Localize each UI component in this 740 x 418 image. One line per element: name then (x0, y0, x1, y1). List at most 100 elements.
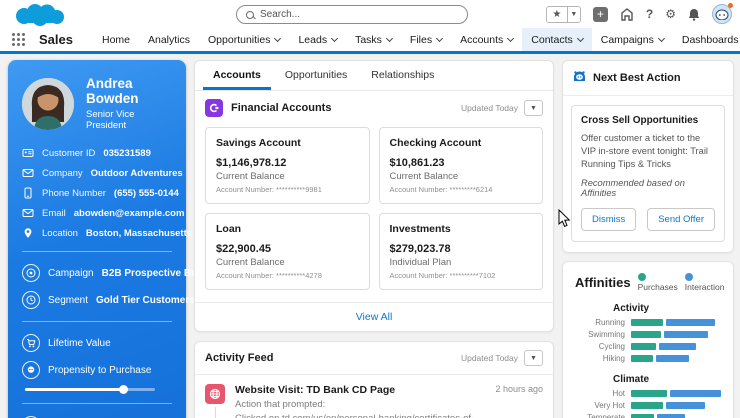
chevron-down-icon (385, 34, 393, 42)
page-content: Andrea Bowden Senior Vice President Cust… (0, 57, 740, 418)
nav-tab-accounts[interactable]: Accounts (451, 28, 522, 51)
nav-tab-analytics[interactable]: Analytics (139, 28, 199, 51)
affinity-label: Very Hot (594, 401, 625, 411)
app-launcher-icon[interactable] (12, 33, 25, 46)
account-amount: $1,146,978.12 (216, 157, 287, 169)
recommendation-note: Recommended based on Affinities (581, 178, 685, 199)
account-card-loan[interactable]: Loan $22,900.45 Current Balance Account Num… (205, 213, 370, 290)
einstein-icon (572, 69, 587, 87)
affinity-bars (631, 343, 721, 351)
account-card-savings-account[interactable]: Savings Account $1,146,978.12 Current Bala… (205, 127, 370, 204)
account-name: Checking Account (389, 137, 482, 149)
salesforce-logo (16, 4, 64, 26)
view-all-link[interactable]: View All (195, 302, 553, 331)
recommendation-title: Cross Sell Opportunities (581, 115, 699, 126)
propensity-label: Propensity to Purchase (48, 364, 152, 376)
account-amount: $10,861.23 (389, 157, 445, 169)
nav-tab-label: Accounts (460, 33, 504, 46)
legend-dot (684, 273, 693, 282)
nav-tab-tasks[interactable]: Tasks (346, 28, 401, 51)
contact-field-location: Location Boston, Massachusetts (22, 227, 192, 239)
tab-relationships[interactable]: Relationships (361, 61, 444, 90)
segment-value: Gold Tier Customers (96, 294, 195, 306)
nav-tab-files[interactable]: Files (401, 28, 451, 51)
divider (22, 251, 172, 252)
affinity-bars (631, 390, 721, 398)
guidance-center-icon[interactable] (620, 7, 634, 21)
purchases-bar (631, 390, 667, 398)
divider (22, 321, 172, 322)
einstein-icon (22, 361, 40, 379)
nav-tab-dashboards[interactable]: Dashboards (673, 28, 740, 51)
contact-field-email: Email abowden@example.com (22, 207, 184, 219)
slider-knob[interactable] (118, 385, 128, 394)
account-number: Account Number: *********6214 (389, 185, 493, 194)
activity-body: Website Visit: TD Bank CD Page Action tha… (235, 384, 485, 418)
campaign-label: Campaign (48, 267, 94, 279)
affinity-row-running: Running (575, 318, 721, 327)
accounts-card: Accounts Opportunities Relationships Finan… (194, 60, 554, 332)
interaction-bar (655, 355, 689, 363)
record-tabs: Accounts Opportunities Relationships (195, 61, 553, 91)
purchases-bar (631, 319, 664, 327)
contact-field-company: Company Outdoor Adventures (22, 167, 183, 179)
propensity-slider[interactable] (25, 385, 155, 394)
user-avatar[interactable] (712, 3, 733, 24)
recommendation-card: Cross Sell Opportunities Offer customer … (571, 105, 725, 243)
recommendation-body: Offer customer a ticket to the VIP in-st… (581, 133, 708, 170)
account-name: Savings Account (216, 137, 301, 149)
favorites-dropdown-icon[interactable]: ▼ (566, 6, 580, 22)
financial-accounts-menu-button[interactable]: ▼ (524, 100, 543, 116)
nav-tab-opportunities[interactable]: Opportunities (199, 28, 289, 51)
id-card-icon (22, 147, 34, 159)
activity-feed-menu-button[interactable]: ▼ (524, 350, 543, 366)
nav-tab-label: Leads (298, 33, 328, 46)
lifetime-value-row: Lifetime Value (22, 334, 172, 352)
contact-fields: Customer ID 035231589 Company Outdoor Adven… (22, 147, 192, 239)
favorites-control[interactable]: ★ ▼ (545, 5, 581, 23)
send-offer-button[interactable]: Send Offer (647, 208, 715, 232)
legend-item-interaction: Interaction (684, 272, 725, 292)
account-card-investments[interactable]: Investments $279,023.78 Individual Plan Acc… (378, 213, 543, 290)
segment-row: Segment Gold Tier Customers (22, 291, 195, 309)
account-card-checking-account[interactable]: Checking Account $10,861.23 Current Balanc… (378, 127, 543, 204)
affinity-label: Swimming (588, 330, 625, 340)
nav-tab-contacts[interactable]: Contacts (522, 28, 592, 51)
nav-tabs: Home Analytics Opportunities Leads Tasks File… (93, 28, 740, 51)
nav-tab-home[interactable]: Home (93, 28, 139, 51)
affinity-row-swimming: Swimming (575, 330, 721, 339)
app-name[interactable]: Sales (39, 32, 73, 47)
dismiss-button[interactable]: Dismiss (581, 208, 637, 232)
campaign-target-icon (22, 264, 40, 282)
affinity-bars (631, 414, 721, 418)
purchases-bar (631, 331, 661, 339)
field-value: Boston, Massachusetts (85, 227, 193, 239)
interaction-bar (663, 331, 708, 339)
financial-account-cards: Savings Account $1,146,978.12 Current Bala… (195, 125, 553, 290)
purchases-bar (631, 414, 654, 418)
tab-accounts[interactable]: Accounts (203, 61, 271, 90)
nav-tab-label: Opportunities (208, 33, 271, 46)
account-plan: Current Balance (216, 257, 285, 268)
activity-detail: Action that prompted: (235, 399, 326, 410)
email-icon (22, 207, 34, 219)
field-value: Outdoor Adventures (90, 167, 183, 179)
field-label: Company (42, 167, 83, 179)
nav-tab-campaigns[interactable]: Campaigns (592, 28, 673, 51)
setup-gear-icon[interactable]: ⚙ (665, 7, 676, 21)
tab-opportunities[interactable]: Opportunities (275, 61, 357, 90)
purchases-bar (631, 343, 657, 351)
nav-tab-leads[interactable]: Leads (289, 28, 346, 51)
help-icon[interactable]: ? (646, 7, 653, 21)
nav-tab-label: Files (409, 33, 433, 46)
notifications-bell-icon[interactable] (688, 8, 700, 21)
field-label: Email (42, 207, 66, 219)
activity-title[interactable]: Website Visit: TD Bank CD Page (235, 384, 485, 396)
nav-tab-label: Home (101, 33, 130, 46)
activity-items: Website Visit: TD Bank CD Page Action tha… (195, 374, 553, 418)
affinity-row-hiking: Hiking (575, 354, 721, 363)
affinity-row-cycling: Cycling (575, 342, 721, 351)
global-actions-icon[interactable]: + (592, 6, 608, 22)
favorite-star-icon[interactable]: ★ (546, 6, 567, 22)
global-search-input[interactable]: Search... (236, 5, 468, 24)
